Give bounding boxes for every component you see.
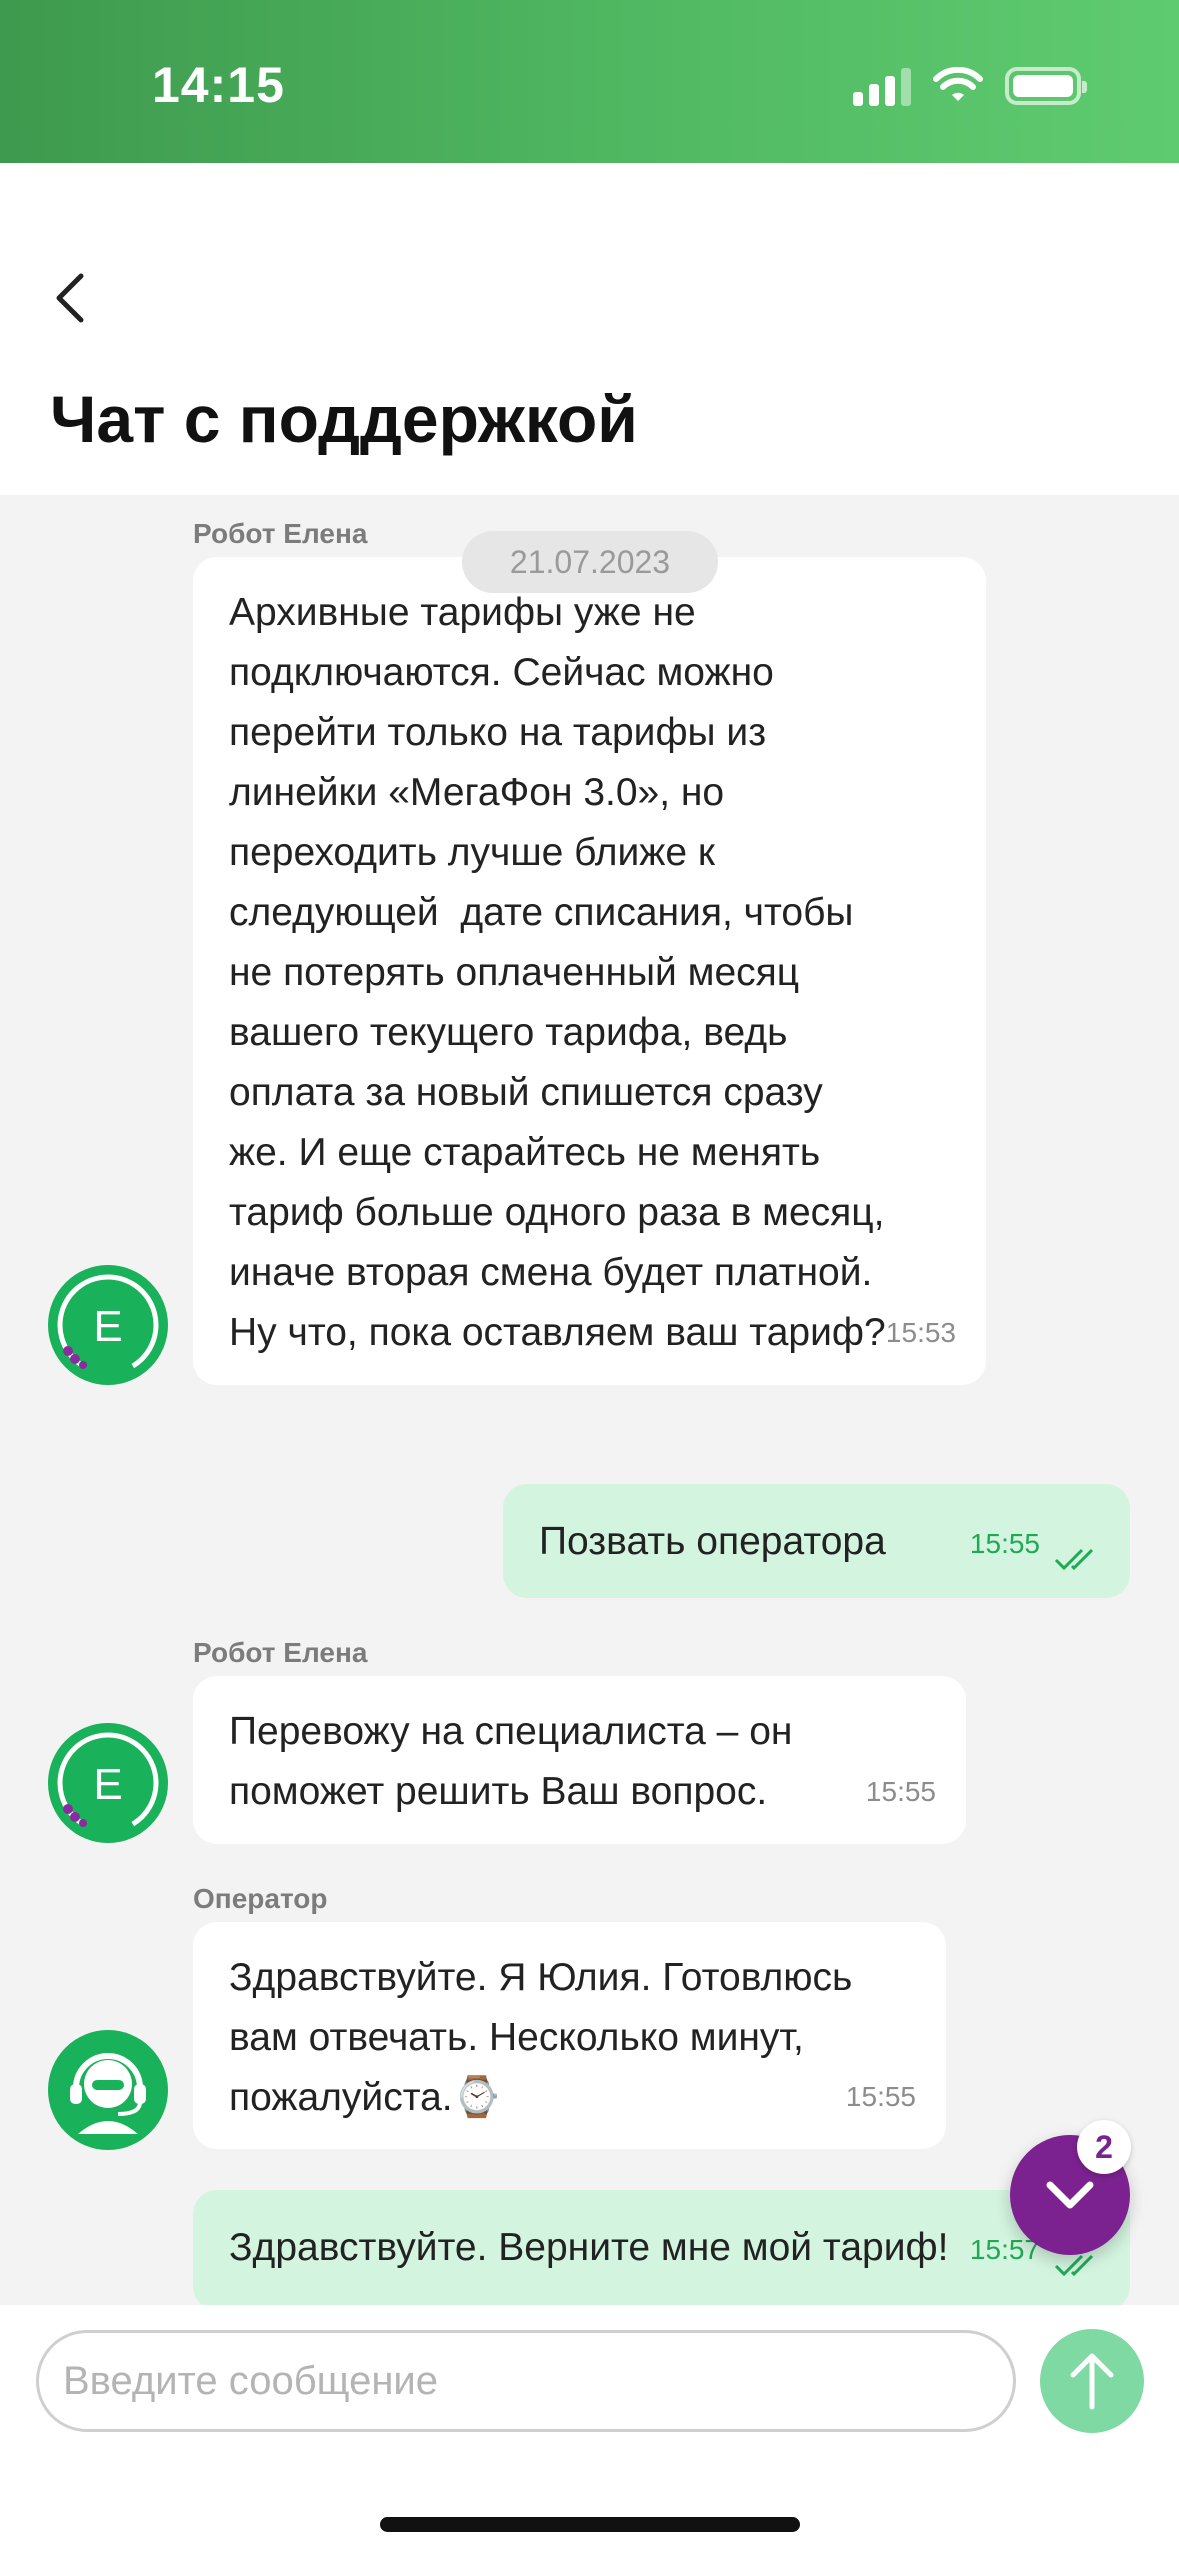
date-badge: 21.07.2023 [462, 531, 718, 593]
page-title: Чат с поддержкой [50, 382, 638, 456]
status-time: 14:15 [152, 57, 285, 113]
svg-text:Е: Е [93, 1302, 122, 1351]
arrow-up-icon [1070, 2353, 1114, 2410]
message-time: 15:55 [845, 2081, 916, 2112]
message-input[interactable] [36, 2330, 1016, 2432]
header: Чат с поддержкой [0, 163, 1179, 495]
wifi-icon [933, 67, 983, 101]
message-bubble-incoming[interactable]: Перевожу на специалиста – он поможет реш… [193, 1676, 966, 1844]
unread-count-badge: 2 [1077, 2120, 1131, 2174]
status-bar: 14:15 [0, 0, 1179, 163]
double-check-icon [1054, 1548, 1094, 1571]
back-button[interactable] [40, 258, 100, 338]
message-time: 15:55 [865, 1776, 936, 1807]
robot-elena-avatar-icon: Е [48, 1265, 168, 1385]
status-icons [853, 66, 1087, 106]
chat-messages[interactable]: Робот Елена Архивные тарифы уже не подкл… [0, 495, 1179, 2305]
message-text: Перевожу на специалиста – он поможет реш… [229, 1710, 793, 1813]
chevron-down-icon [1046, 2181, 1094, 2209]
operator-headset-avatar-icon [48, 2030, 168, 2150]
message-text: Здравствуйте. Я Юлия. Готовлюсь вам отве… [229, 1956, 853, 2119]
message-composer [0, 2305, 1179, 2556]
message-bubble-incoming[interactable]: Архивные тарифы уже не подключаются. Сей… [193, 557, 986, 1385]
message-time: 15:55 [969, 1528, 1040, 1559]
message-bubble-outgoing[interactable]: Здравствуйте. Верните мне мой тариф! 15:… [193, 2190, 1130, 2305]
message-text: Здравствуйте. Верните мне мой тариф! [229, 2226, 949, 2269]
robot-elena-avatar-icon: Е [48, 1723, 168, 1843]
double-check-icon [1054, 2254, 1094, 2277]
cellular-signal-icon [853, 66, 911, 106]
svg-text:Е: Е [93, 1760, 122, 1809]
message-sender: Робот Елена [193, 1637, 368, 1668]
message-time: 15:53 [885, 1317, 956, 1348]
message-bubble-outgoing[interactable]: Позвать оператора 15:55 [503, 1484, 1130, 1598]
home-indicator [380, 2517, 800, 2532]
message-text: Архивные тарифы уже не подключаются. Сей… [229, 591, 886, 1354]
message-sender: Оператор [193, 1883, 328, 1914]
message-bubble-incoming[interactable]: Здравствуйте. Я Юлия. Готовлюсь вам отве… [193, 1922, 946, 2149]
battery-icon [1005, 67, 1087, 105]
send-button[interactable] [1040, 2329, 1144, 2433]
chevron-left-icon [56, 273, 84, 323]
message-sender: Робот Елена [193, 518, 368, 549]
